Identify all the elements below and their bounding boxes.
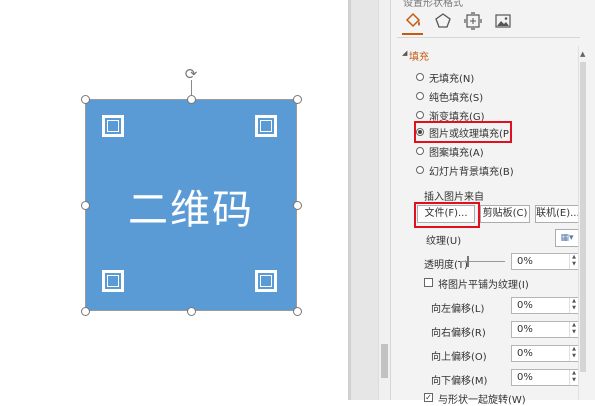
- transparency-label: 透明度(T): [424, 260, 468, 271]
- spinner-arrows-icon[interactable]: ▲ ▼: [569, 322, 578, 337]
- offset-top-value: 0%: [517, 348, 533, 359]
- resize-handle-bottom-left[interactable]: [81, 307, 90, 316]
- pane-title: 设置形状格式: [403, 0, 463, 9]
- spinner-arrows-icon[interactable]: ▲ ▼: [569, 370, 578, 385]
- offset-top-input[interactable]: 0% ▲ ▼: [511, 345, 579, 362]
- spinner-arrows-icon[interactable]: ▲ ▼: [569, 346, 578, 361]
- rotate-with-shape-checkbox[interactable]: ✓: [424, 393, 433, 402]
- texture-swatch-icon: ▦▾: [560, 233, 574, 243]
- fill-option-none[interactable]: 无填充(N): [416, 70, 475, 85]
- fill-option-picture[interactable]: 图片或纹理填充(P): [416, 125, 513, 140]
- transparency-value: 0%: [517, 256, 533, 267]
- section-fill-header[interactable]: 填充: [409, 48, 429, 63]
- size-properties-icon[interactable]: [463, 11, 483, 31]
- slide-shadow: [348, 0, 351, 400]
- radio-none[interactable]: [416, 73, 424, 81]
- fill-option-label: 图片或纹理填充(P): [429, 128, 513, 140]
- radio-solid[interactable]: [416, 92, 424, 100]
- offset-right-value: 0%: [517, 324, 533, 335]
- insert-from-label: 插入图片来自: [424, 192, 484, 203]
- fill-option-label: 图案填充(A): [429, 147, 484, 159]
- transparency-input[interactable]: 0% ▲ ▼: [511, 253, 579, 270]
- offset-right-input[interactable]: 0% ▲ ▼: [511, 321, 579, 338]
- texture-label: 纹理(U): [426, 236, 462, 247]
- radio-picture[interactable]: [416, 128, 424, 136]
- offset-top-label: 向上偏移(O): [431, 352, 487, 363]
- pane-divider: [397, 37, 580, 38]
- finder-square-top-left: [102, 115, 124, 137]
- fill-option-slide-background[interactable]: 幻灯片背景填充(B): [416, 163, 514, 178]
- resize-handle-left[interactable]: [81, 201, 90, 210]
- offset-left-input[interactable]: 0% ▲ ▼: [511, 297, 579, 314]
- fill-option-label: 渐变填充(G): [429, 111, 485, 123]
- fill-line-icon[interactable]: [403, 11, 423, 31]
- tile-checkbox[interactable]: [424, 278, 433, 287]
- finder-square-bottom-right: [255, 270, 277, 292]
- picture-icon[interactable]: [493, 11, 513, 31]
- scroll-up-arrow-icon[interactable]: ▲: [580, 50, 585, 58]
- finder-square-top-right: [255, 115, 277, 137]
- rotate-handle-icon[interactable]: ⟳: [183, 66, 199, 82]
- resize-handle-top[interactable]: [187, 95, 196, 104]
- fill-option-solid[interactable]: 纯色填充(S): [416, 89, 484, 104]
- fill-option-label: 纯色填充(S): [429, 92, 484, 104]
- spinner-arrows-icon[interactable]: ▲ ▼: [569, 254, 578, 269]
- offset-bottom-label: 向下偏移(M): [431, 376, 488, 387]
- fill-option-label: 幻灯片背景填充(B): [429, 166, 514, 178]
- finder-square-bottom-left: [102, 270, 124, 292]
- pane-scrollbar-thumb[interactable]: [580, 62, 586, 372]
- shape-text[interactable]: 二维码: [85, 177, 297, 235]
- offset-right-label: 向右偏移(R): [431, 328, 486, 339]
- online-button[interactable]: 联机(E)...: [535, 205, 580, 223]
- resize-handle-bottom[interactable]: [187, 307, 196, 316]
- canvas-scrollbar-thumb[interactable]: [381, 344, 388, 378]
- fill-option-gradient[interactable]: 渐变填充(G): [416, 108, 485, 123]
- collapse-arrow-icon[interactable]: ◢: [402, 49, 407, 57]
- offset-bottom-value: 0%: [517, 372, 533, 383]
- spinner-arrows-icon[interactable]: ▲ ▼: [569, 298, 578, 313]
- offset-bottom-input[interactable]: 0% ▲ ▼: [511, 369, 579, 386]
- radio-slide-background[interactable]: [416, 166, 424, 174]
- effects-icon[interactable]: [433, 11, 453, 31]
- resize-handle-top-left[interactable]: [81, 95, 90, 104]
- resize-handle-top-right[interactable]: [293, 95, 302, 104]
- resize-handle-right[interactable]: [293, 201, 302, 210]
- texture-picker-button[interactable]: ▦▾: [555, 229, 579, 247]
- fill-option-pattern[interactable]: 图案填充(A): [416, 144, 484, 159]
- file-button[interactable]: 文件(F)...: [417, 205, 475, 223]
- clipboard-button[interactable]: 剪贴板(C): [480, 205, 530, 223]
- fill-option-label: 无填充(N): [429, 73, 475, 85]
- transparency-slider-thumb[interactable]: [467, 256, 469, 267]
- tile-checkbox-label: 将图片平铺为纹理(I): [438, 280, 529, 291]
- active-tab-indicator: [402, 33, 423, 35]
- rotate-with-shape-label: 与形状一起旋转(W): [438, 395, 526, 406]
- resize-handle-bottom-right[interactable]: [293, 307, 302, 316]
- offset-left-value: 0%: [517, 300, 533, 311]
- qr-placeholder-shape[interactable]: 二维码: [85, 99, 297, 311]
- radio-pattern[interactable]: [416, 147, 424, 155]
- offset-left-label: 向左偏移(L): [431, 304, 485, 315]
- radio-gradient[interactable]: [416, 111, 424, 119]
